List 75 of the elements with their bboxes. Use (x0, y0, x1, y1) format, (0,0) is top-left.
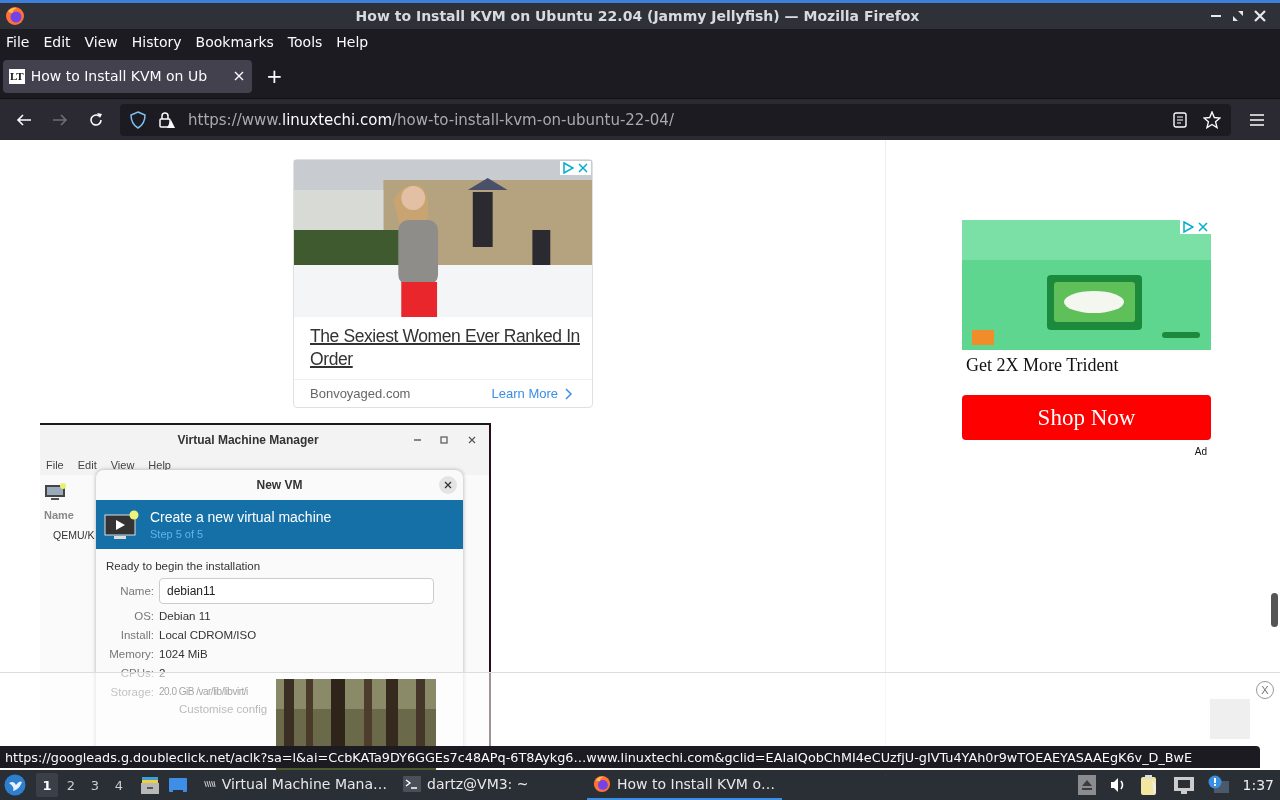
column-header: Name (44, 509, 74, 521)
maximize-icon[interactable] (1232, 10, 1244, 22)
customise-checkbox-label: Customise config (179, 703, 268, 715)
reload-icon[interactable] (88, 111, 104, 128)
field-value: Local CDROM/ISO (159, 628, 257, 641)
eject-icon[interactable] (1077, 775, 1096, 795)
terminal-icon (403, 776, 421, 792)
monitor-play-icon (104, 509, 140, 540)
notification-icon[interactable] (1207, 775, 1230, 795)
window-title: How to Install KVM on Ubuntu 22.04 (Jammy Jellyfish) — Mozilla Firefox (355, 8, 920, 24)
monitor-icon (44, 483, 66, 501)
workspace-button[interactable]: 4 (108, 773, 130, 797)
maximize-icon (439, 435, 449, 445)
network-icon[interactable] (1172, 776, 1195, 794)
ad-label: Ad (1194, 446, 1207, 457)
lock-warning-icon[interactable] (158, 110, 176, 129)
learn-more-link[interactable]: Learn More (491, 386, 572, 401)
shop-now-button[interactable]: Shop Now (962, 395, 1211, 440)
site-favicon: LT (9, 68, 25, 84)
forward-icon[interactable] (52, 111, 68, 128)
ad-caption: Get 2X More Trident (966, 355, 1119, 376)
taskbar-task[interactable]: dartz@VM3: ~ (397, 770, 587, 800)
ad-source: Bonvoyaged.com (310, 386, 411, 401)
step-label: Step 5 of 5 (150, 528, 205, 540)
menu-item[interactable]: History (131, 33, 182, 50)
field-value: 1024 MiB (159, 647, 208, 660)
file-cabinet-icon[interactable] (140, 775, 160, 795)
menu-item[interactable]: View (84, 33, 118, 50)
star-icon[interactable] (1203, 110, 1221, 129)
taskbar-task[interactable]: How to Install KVM o… (587, 770, 782, 800)
reader-view-icon[interactable] (1173, 111, 1187, 128)
address-bar[interactable]: https://www.linuxtechi.com/how-to-install-kvm-on-ubuntu-22-04/ (120, 103, 1231, 136)
link-status-url: https://googleads.g.doubleclick.net/aclk?sa=l&ai=CcbKATa9DY6GGEs7c48APq-6T8Aykg6…www.linuxtechi.com&gclid=EAIaIQobChMI4eCUzfjU-gIVTu4YAh0r9wTOEAEYASAAEgK6v_D_BwE (0, 746, 1260, 768)
window-title: Virtual Machine Manager (177, 433, 319, 447)
bars-icon (204, 778, 216, 790)
field-value: Debian 11 (159, 609, 211, 622)
close-icon (439, 476, 457, 494)
dialog-heading: Create a new virtual machine (150, 509, 332, 525)
menu-icon[interactable] (1249, 112, 1265, 127)
window-icon[interactable] (168, 775, 188, 795)
field-label: Install: (119, 628, 154, 641)
shield-icon[interactable] (130, 110, 146, 129)
url-text: https://www.linuxtechi.com/how-to-install-kvm-on-ubuntu-22-04/ (188, 110, 674, 129)
ad-headline[interactable]: The Sexiest Women Ever Ranked In Order (294, 317, 592, 379)
start-menu-icon[interactable] (4, 774, 26, 796)
taskbar-task[interactable]: Virtual Machine Mana… (198, 770, 393, 800)
firefox-logo-icon (5, 6, 25, 26)
browser-tab[interactable]: LT How to Install KVM on Ub (3, 59, 252, 93)
ad-info-icon[interactable] (562, 162, 574, 174)
menu-item[interactable]: Help (336, 33, 369, 50)
menu-item[interactable]: Edit (43, 33, 71, 50)
field-label: OS: (133, 609, 154, 622)
field-label: Storage: (109, 685, 154, 698)
workspace-button[interactable]: 1 (36, 773, 58, 797)
firefox-logo-icon (593, 775, 611, 793)
back-icon[interactable] (16, 111, 32, 128)
dialog-title: New VM (256, 478, 303, 492)
dialog-text: Ready to begin the installation (106, 560, 261, 572)
workspace-button[interactable]: 2 (60, 773, 82, 797)
workspace-button[interactable]: 3 (84, 773, 106, 797)
connection-item: QEMU/K (53, 529, 95, 541)
ad-info-icon[interactable] (1182, 221, 1194, 233)
name-field: debian11 (159, 578, 434, 604)
field-label: Memory: (108, 647, 154, 660)
chevron-icon (564, 387, 572, 400)
menu-item[interactable]: Bookmarks (195, 33, 274, 50)
ad-card[interactable]: The Sexiest Women Ever Ranked In Order Bonvoyaged.com Learn More (293, 159, 593, 408)
clock: 1:37 (1242, 777, 1274, 793)
minimize-icon (414, 439, 421, 441)
close-icon (467, 435, 477, 445)
new-tab-button[interactable]: + (266, 64, 283, 88)
menu-item[interactable]: File (6, 33, 30, 50)
menu-item[interactable]: Tools (287, 33, 323, 50)
scrollbar-thumb[interactable] (1271, 593, 1278, 627)
field-label: Name: (119, 585, 154, 597)
